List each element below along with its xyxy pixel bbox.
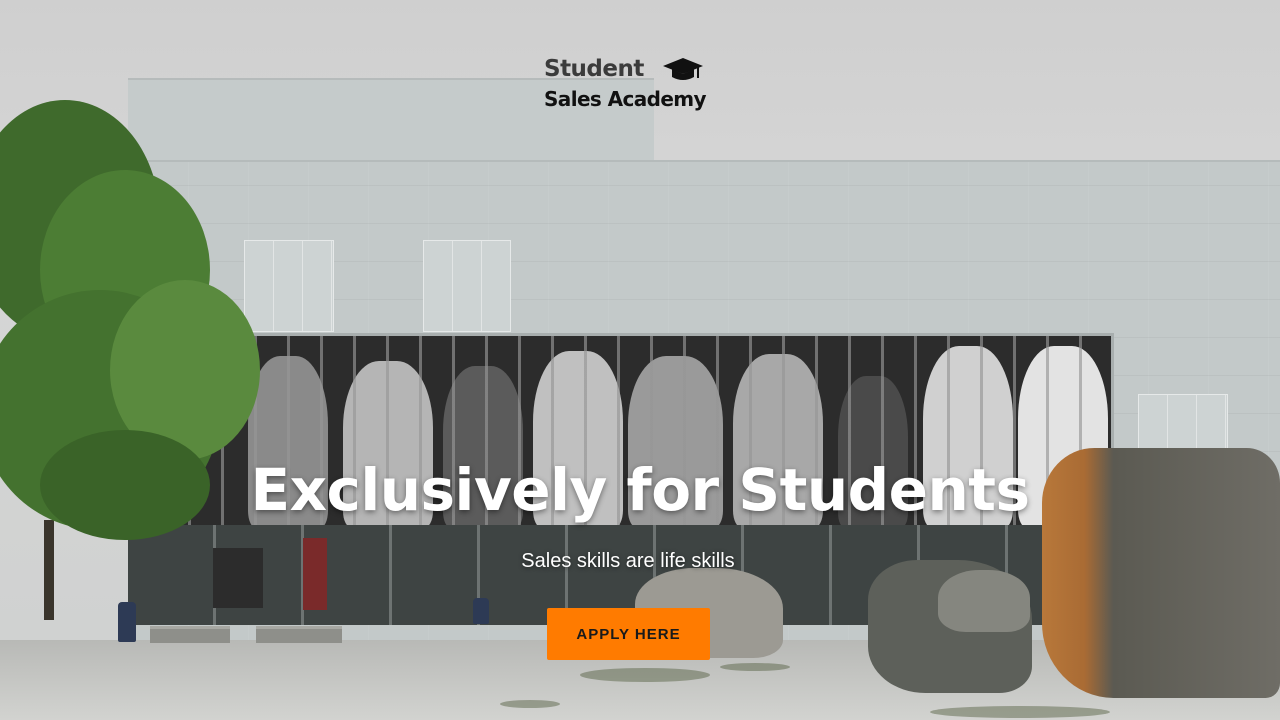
hero-subheadline: Sales skills are life skills	[521, 550, 735, 572]
brand-name-line2: Sales Academy	[544, 87, 707, 111]
graduation-cap-icon	[663, 58, 703, 80]
hero-headline: Exclusively for Students	[250, 456, 1030, 524]
apply-here-button[interactable]: APPLY HERE	[547, 608, 710, 660]
brand-name-line1: Student	[544, 56, 644, 82]
brand-logo[interactable]: Student Sales Academy	[544, 56, 720, 118]
